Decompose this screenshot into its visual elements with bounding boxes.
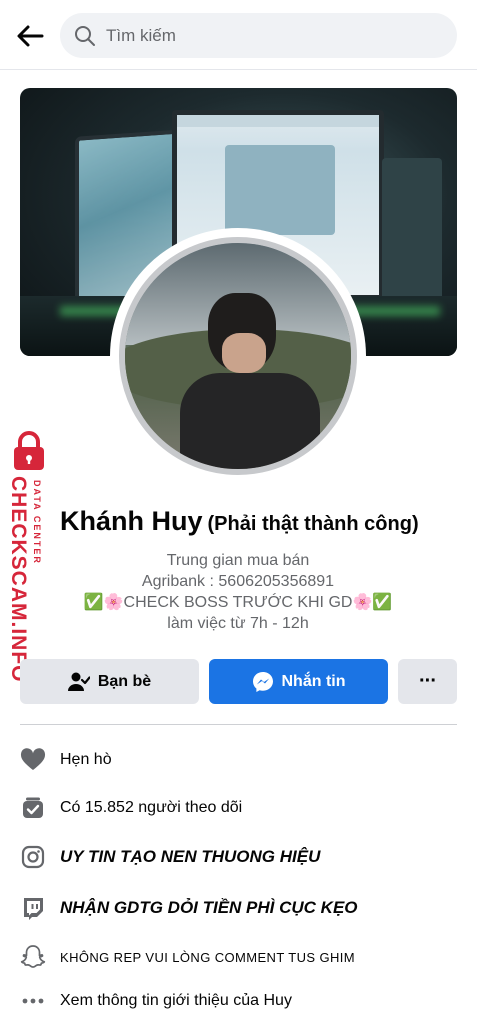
detail-text: Hẹn hò: [60, 751, 112, 768]
more-options-button[interactable]: ···: [398, 659, 457, 704]
detail-row-dating[interactable]: Hẹn hò: [0, 745, 477, 775]
cover-monitor-toolbar: [177, 115, 379, 127]
detail-row-snapchat[interactable]: KHÔNG REP VUI LÒNG COMMENT TUS GHIM: [0, 942, 477, 972]
snapchat-icon: [20, 944, 46, 970]
search-bar[interactable]: Tìm kiếm: [60, 13, 457, 58]
detail-row-instagram[interactable]: UY TIN TẠO NEN THUONG HIỆU: [0, 842, 477, 872]
search-icon: [75, 25, 95, 46]
friends-button[interactable]: Bạn bè: [20, 659, 199, 704]
detail-text: UY TIN TẠO NEN THUONG HIỆU: [60, 847, 321, 866]
detail-row-followers[interactable]: Có 15.852 người theo dõi: [0, 793, 477, 823]
messenger-icon: [252, 671, 273, 692]
bio-line: ✅🌸CHECK BOSS TRƯỚC KHI GD🌸✅: [83, 594, 393, 611]
detail-text: NHẬN GDTG DỎI TIỀN PHÌ CỤC KẸO: [60, 898, 358, 917]
lock-icon: [14, 431, 44, 470]
friends-button-label: Bạn bè: [97, 672, 152, 690]
message-button-label: Nhắn tin: [281, 672, 346, 690]
section-divider: [20, 724, 457, 725]
profile-bio: Trung gian mua bán Agribank : 5606205356…: [60, 550, 416, 634]
profile-nickname: (Phải thật thành công): [207, 513, 419, 535]
watermark-badge: CHECKSCAM.INFO DATA CENTER: [2, 430, 50, 683]
avatar-body: [180, 373, 320, 469]
back-arrow-icon: [17, 25, 44, 47]
message-button[interactable]: Nhắn tin: [209, 659, 388, 704]
profile-name-row: Khánh Huy (Phải thật thành công): [60, 506, 470, 537]
top-bar: Tìm kiếm: [0, 0, 477, 70]
back-button[interactable]: [12, 18, 48, 54]
profile-actions: Bạn bè Nhắn tin ···: [20, 659, 457, 704]
detail-text: Xem thông tin giới thiệu của Huy: [60, 992, 292, 1009]
detail-row-twitch[interactable]: NHẬN GDTG DỎI TIỀN PHÌ CỤC KẸO: [0, 893, 477, 923]
followers-icon: [20, 795, 46, 821]
profile-avatar[interactable]: [119, 237, 357, 475]
detail-row-about[interactable]: Xem thông tin giới thiệu của Huy: [0, 986, 477, 1016]
friend-check-icon: [67, 672, 90, 691]
watermark-brand: CHECKSCAM.INFO: [7, 476, 30, 683]
more-dots-icon: [20, 988, 46, 1014]
instagram-icon: [20, 844, 46, 870]
twitch-icon: [20, 895, 46, 921]
avatar-face: [222, 333, 266, 373]
bio-line: làm việc từ 7h - 12h: [167, 615, 309, 632]
heart-icon: [20, 747, 46, 773]
bio-line: Agribank : 5606205356891: [141, 573, 335, 590]
more-dots-icon: ···: [419, 670, 437, 692]
bio-line: Trung gian mua bán: [166, 552, 310, 569]
search-placeholder: Tìm kiếm: [106, 25, 176, 45]
watermark-tagline: DATA CENTER: [32, 480, 42, 565]
avatar-person: [180, 293, 320, 469]
detail-text: KHÔNG REP VUI LÒNG COMMENT TUS GHIM: [60, 949, 355, 965]
detail-text: Có 15.852 người theo dõi: [60, 799, 243, 816]
cover-monitor-right: [382, 158, 442, 308]
profile-name: Khánh Huy: [60, 506, 203, 536]
cover-monitor-window: [225, 145, 335, 235]
